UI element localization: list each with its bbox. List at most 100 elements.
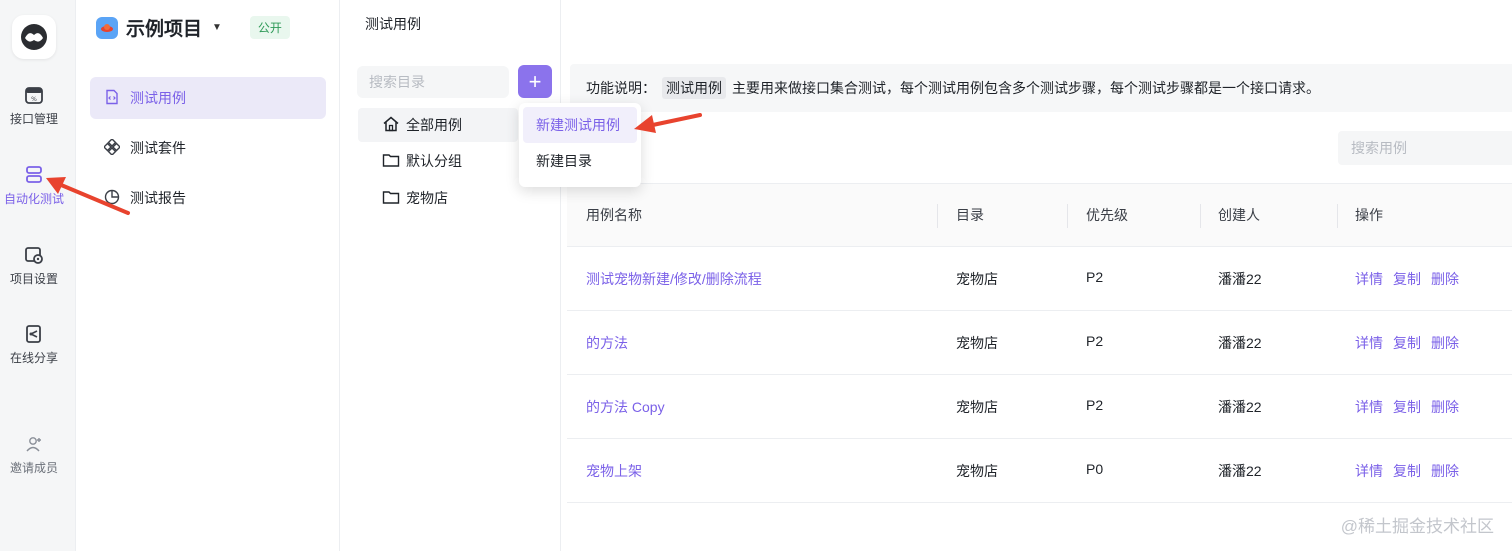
- nav-item-label: 测试套件: [130, 140, 186, 156]
- case-priority: P2: [1086, 333, 1104, 349]
- project-nav: 示例项目 ▼ 公开 测试用例 测试套件 测试报告: [76, 0, 340, 551]
- file-code-icon: [104, 89, 120, 108]
- invite-members-button[interactable]: 邀请成员: [0, 433, 68, 476]
- watermark: @稀土掘金技术社区: [1340, 517, 1494, 536]
- column-divider: [1337, 204, 1338, 228]
- row-actions: 详情 复制 删除: [1355, 397, 1469, 417]
- copy-link[interactable]: 复制: [1393, 463, 1421, 479]
- case-creator: 潘潘22: [1218, 463, 1262, 479]
- visibility-badge: 公开: [249, 16, 290, 39]
- copy-link[interactable]: 复制: [1393, 271, 1421, 287]
- delete-link[interactable]: 删除: [1431, 335, 1459, 351]
- case-priority: P2: [1086, 269, 1104, 285]
- column-divider: [937, 204, 938, 228]
- project-avatar-icon: [96, 16, 118, 39]
- description-code: 测试用例: [662, 77, 726, 99]
- rail-item-label: 项目设置: [9, 272, 58, 286]
- folder-icon: [382, 188, 400, 209]
- app-logo-icon[interactable]: [12, 15, 56, 59]
- tree-item-label: 宠物店: [406, 190, 448, 206]
- case-directory: 宠物店: [956, 399, 998, 415]
- detail-link[interactable]: 详情: [1355, 399, 1383, 415]
- rail-item-automation-test[interactable]: 自动化测试: [0, 164, 68, 207]
- case-creator: 潘潘22: [1218, 399, 1262, 415]
- table-row: 的方法 宠物店 P2 潘潘22 详情 复制 删除: [567, 311, 1512, 375]
- case-name-link[interactable]: 测试宠物新建/修改/删除流程: [586, 269, 762, 289]
- column-header-directory: 目录: [956, 207, 984, 223]
- rail-item-label: 在线分享: [9, 351, 58, 365]
- delete-link[interactable]: 删除: [1431, 399, 1459, 415]
- description-prefix: 功能说明：: [586, 80, 656, 96]
- case-name-link[interactable]: 的方法 Copy: [586, 397, 665, 417]
- page-title: 测试用例: [365, 16, 421, 32]
- folder-icon: [382, 151, 400, 172]
- column-header-name: 用例名称: [586, 207, 642, 223]
- pie-chart-icon: [104, 189, 120, 208]
- tree-item-pet-store[interactable]: 宠物店: [358, 181, 518, 215]
- plus-icon: +: [528, 68, 542, 94]
- tree-item-default-group[interactable]: 默认分组: [358, 144, 518, 178]
- nav-item-test-reports[interactable]: 测试报告: [90, 177, 326, 219]
- column-divider: [1200, 204, 1201, 228]
- test-case-table: 用例名称 目录 优先级 创建人 操作 测试宠物新建/修改/删除流程 宠物店 P2…: [567, 183, 1512, 503]
- add-button[interactable]: +: [518, 65, 552, 98]
- calendar-api-icon: %: [23, 84, 45, 106]
- rail-item-api-management[interactable]: % 接口管理: [0, 84, 68, 127]
- row-actions: 详情 复制 删除: [1355, 269, 1469, 289]
- directory-search-input[interactable]: [357, 66, 509, 98]
- table-row: 宠物上架 宠物店 P0 潘潘22 详情 复制 删除: [567, 439, 1512, 503]
- table-row: 测试宠物新建/修改/删除流程 宠物店 P2 潘潘22 详情 复制 删除: [567, 247, 1512, 311]
- new-directory-menu-item[interactable]: 新建目录: [523, 143, 637, 179]
- table-header: 用例名称 目录 优先级 创建人 操作: [567, 183, 1512, 247]
- case-search-input[interactable]: [1338, 131, 1512, 165]
- description-text: 主要用来做接口集合测试，每个测试用例包含多个测试步骤，每个测试步骤都是一个接口请…: [732, 80, 1320, 96]
- case-priority: P0: [1086, 461, 1104, 477]
- column-divider: [1067, 204, 1068, 228]
- nav-item-test-cases[interactable]: 测试用例: [90, 77, 326, 119]
- copy-link[interactable]: 复制: [1393, 335, 1421, 351]
- column-header-actions: 操作: [1355, 207, 1383, 223]
- caret-down-icon[interactable]: ▼: [212, 22, 222, 33]
- rail-item-project-settings[interactable]: 项目设置: [0, 244, 68, 287]
- row-actions: 详情 复制 删除: [1355, 333, 1469, 353]
- table-row: 的方法 Copy 宠物店 P2 潘潘22 详情 复制 删除: [567, 375, 1512, 439]
- case-name-link[interactable]: 的方法: [586, 333, 628, 353]
- delete-link[interactable]: 删除: [1431, 463, 1459, 479]
- case-name-link[interactable]: 宠物上架: [586, 461, 642, 481]
- column-header-priority: 优先级: [1086, 207, 1128, 223]
- feature-description: 功能说明： 测试用例 主要用来做接口集合测试，每个测试用例包含多个测试步骤，每个…: [570, 64, 1512, 112]
- project-header[interactable]: 示例项目 ▼ 公开: [96, 14, 290, 41]
- row-actions: 详情 复制 删除: [1355, 461, 1469, 481]
- nav-item-test-suites[interactable]: 测试套件: [90, 127, 326, 169]
- svg-text:%: %: [31, 96, 37, 103]
- case-creator: 潘潘22: [1218, 335, 1262, 351]
- home-icon: [382, 115, 400, 136]
- add-dropdown-menu: 新建测试用例 新建目录: [519, 103, 641, 187]
- settings-icon: [23, 244, 45, 266]
- new-test-case-menu-item[interactable]: 新建测试用例: [523, 107, 637, 143]
- detail-link[interactable]: 详情: [1355, 335, 1383, 351]
- tree-item-label: 全部用例: [406, 117, 462, 133]
- rail-item-label: 接口管理: [9, 112, 58, 126]
- tree-item-label: 默认分组: [406, 153, 462, 169]
- nav-item-label: 测试报告: [130, 190, 186, 206]
- case-directory: 宠物店: [956, 463, 998, 479]
- case-priority: P2: [1086, 397, 1104, 413]
- tree-item-all-cases[interactable]: 全部用例: [358, 108, 518, 142]
- icon-rail: % 接口管理 自动化测试 项目设置 在线分享 邀请成员: [0, 0, 76, 551]
- suite-icon: [102, 137, 122, 158]
- rail-item-online-share[interactable]: 在线分享: [0, 323, 68, 366]
- nav-item-label: 测试用例: [130, 90, 186, 106]
- share-icon: [23, 323, 45, 345]
- copy-link[interactable]: 复制: [1393, 399, 1421, 415]
- detail-link[interactable]: 详情: [1355, 271, 1383, 287]
- column-header-creator: 创建人: [1218, 207, 1260, 223]
- invite-label: 邀请成员: [9, 461, 58, 475]
- delete-link[interactable]: 删除: [1431, 271, 1459, 287]
- add-user-icon: [23, 433, 45, 455]
- detail-link[interactable]: 详情: [1355, 463, 1383, 479]
- layers-icon: [23, 164, 45, 186]
- case-creator: 潘潘22: [1218, 271, 1262, 287]
- case-directory: 宠物店: [956, 271, 998, 287]
- rail-item-label: 自动化测试: [3, 192, 64, 206]
